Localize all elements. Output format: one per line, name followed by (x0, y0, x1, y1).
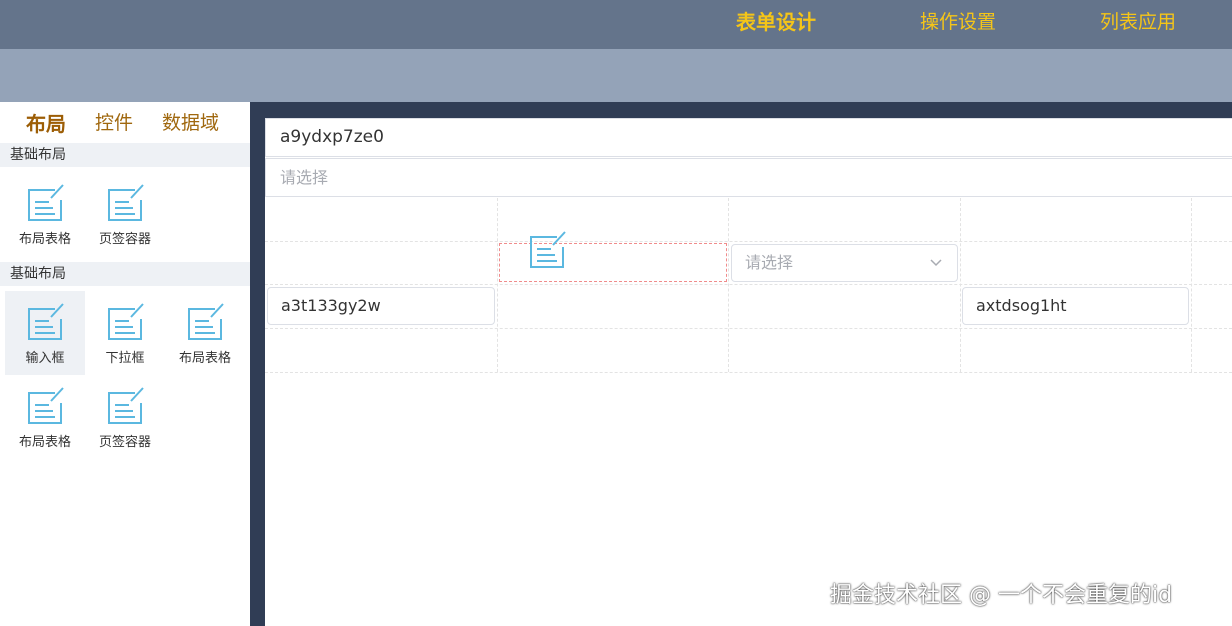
toolbar-strip (0, 49, 1232, 102)
group-title-basic-layout: 基础布局 (0, 143, 250, 167)
component-label: 布局表格 (18, 232, 71, 247)
group-title-basic-layout: 基础布局 (0, 262, 250, 286)
component-tab-container[interactable]: 页签容器 (85, 172, 165, 256)
grid-line (497, 198, 498, 372)
grid-input-2[interactable]: axtdsog1ht (962, 287, 1189, 325)
component-label: 布局表格 (178, 351, 231, 366)
form-edit-icon (28, 184, 64, 221)
component-input[interactable]: 输入框 (5, 291, 85, 375)
nav-form-design[interactable]: 表单设计 (736, 0, 816, 49)
component-label: 布局表格 (18, 435, 71, 450)
grid-line (960, 198, 961, 372)
grid-line (265, 284, 1232, 285)
component-layout-table[interactable]: 布局表格 (5, 375, 85, 459)
component-label: 下拉框 (105, 351, 145, 366)
grid-line (728, 198, 729, 372)
design-workspace: a9ydxp7ze0 请选择 请选择 a3t133gy2w axtdsog1ht (250, 102, 1232, 626)
component-label: 输入框 (25, 351, 65, 366)
chevron-down-icon (930, 259, 942, 267)
tab-data-domain[interactable]: 数据域 (162, 108, 219, 135)
grid-line (265, 241, 1232, 242)
grid-input-1[interactable]: a3t133gy2w (267, 287, 495, 325)
watermark-text: 掘金技术社区 @ 一个不会重复的id (830, 583, 1173, 608)
form-edit-icon (108, 387, 144, 424)
component-label: 页签容器 (98, 435, 151, 450)
form-top-select[interactable]: 请选择 (265, 158, 1232, 197)
form-title-input[interactable]: a9ydxp7ze0 (265, 118, 1232, 157)
form-edit-icon (108, 184, 144, 221)
form-edit-icon (188, 303, 224, 340)
component-layout-table[interactable]: 布局表格 (165, 291, 245, 375)
form-edit-icon (28, 387, 64, 424)
nav-operation-settings[interactable]: 操作设置 (920, 0, 996, 49)
form-canvas: a9ydxp7ze0 请选择 请选择 a3t133gy2w axtdsog1ht (265, 118, 1232, 626)
component-layout-table[interactable]: 布局表格 (5, 172, 85, 256)
grid-select[interactable]: 请选择 (731, 244, 958, 282)
component-select[interactable]: 下拉框 (85, 291, 165, 375)
grid-line (1191, 198, 1192, 372)
form-edit-icon (28, 303, 64, 340)
grid-line (265, 372, 1232, 373)
component-label: 页签容器 (98, 232, 151, 247)
grid-line (265, 328, 1232, 329)
tab-layout[interactable]: 布局 (26, 108, 66, 137)
dragging-form-edit-icon (530, 231, 566, 268)
grid-select-placeholder: 请选择 (745, 253, 794, 272)
nav-list-application[interactable]: 列表应用 (1100, 0, 1176, 49)
top-nav-bar: 表单设计 操作设置 列表应用 (0, 0, 1232, 49)
component-sidebar: 布局 控件 数据域 基础布局 布局表格 页签容器 基础布局 输入框 下拉框 布局… (0, 102, 250, 626)
form-edit-icon (108, 303, 144, 340)
tab-controls[interactable]: 控件 (95, 108, 133, 135)
component-tab-container[interactable]: 页签容器 (85, 375, 165, 459)
